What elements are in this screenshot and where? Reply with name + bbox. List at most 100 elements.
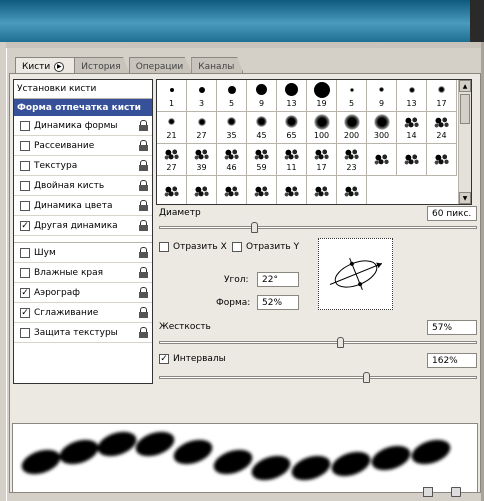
brush-preset[interactable]: 5 xyxy=(217,80,247,112)
brush-presets-item[interactable]: Установки кисти xyxy=(14,80,152,99)
settings-checkbox[interactable] xyxy=(20,120,30,131)
brush-preset[interactable]: 39 xyxy=(187,144,217,176)
brush-preset[interactable]: 17 xyxy=(427,80,457,112)
settings-checkbox[interactable] xyxy=(20,327,30,338)
tab-channels[interactable]: Каналы xyxy=(191,57,244,73)
brush-preset[interactable] xyxy=(187,176,217,204)
brush-preset[interactable] xyxy=(277,176,307,204)
settings-checkbox[interactable] xyxy=(20,160,30,171)
brush-preset[interactable] xyxy=(397,144,427,176)
settings-item[interactable]: ✓ Другая динамика xyxy=(14,216,152,236)
brush-preset[interactable] xyxy=(367,144,397,176)
settings-item[interactable]: Текстура xyxy=(14,156,152,176)
scroll-up-icon[interactable]: ▲ xyxy=(459,80,471,92)
brush-preset[interactable]: 3 xyxy=(187,80,217,112)
brush-preset[interactable] xyxy=(217,176,247,204)
brush-tip-shape-item[interactable]: Форма отпечатка кисти xyxy=(14,99,152,116)
brush-preset[interactable] xyxy=(307,176,337,204)
lock-icon[interactable] xyxy=(139,220,148,231)
brush-preset[interactable]: 27 xyxy=(187,112,217,144)
brush-preset[interactable]: 17 xyxy=(307,144,337,176)
lock-icon[interactable] xyxy=(139,307,148,318)
hardness-field[interactable]: 57% xyxy=(427,320,477,335)
brush-preset[interactable] xyxy=(427,144,457,176)
settings-checkbox[interactable]: ✓ xyxy=(20,307,30,318)
brush-preset[interactable]: 23 xyxy=(337,144,367,176)
settings-item[interactable]: Шум xyxy=(14,243,152,263)
brush-preset[interactable]: 59 xyxy=(247,144,277,176)
spacing-checkbox[interactable]: ✓ xyxy=(159,354,169,364)
brush-angle-preview[interactable] xyxy=(318,238,393,310)
diameter-slider-thumb[interactable] xyxy=(251,222,259,233)
settings-item[interactable]: Защита текстуры xyxy=(14,323,152,343)
brush-preset[interactable] xyxy=(337,176,367,204)
new-brush-icon[interactable] xyxy=(423,487,433,497)
tab-history[interactable]: История xyxy=(74,57,130,73)
angle-field[interactable]: 22° xyxy=(257,272,299,287)
settings-item[interactable]: Двойная кисть xyxy=(14,176,152,196)
lock-icon[interactable] xyxy=(139,200,148,211)
brush-preset[interactable]: 14 xyxy=(397,112,427,144)
brush-preset[interactable]: 19 xyxy=(307,80,337,112)
brush-preset[interactable]: 24 xyxy=(427,112,457,144)
brush-preset[interactable]: 65 xyxy=(277,112,307,144)
settings-item[interactable]: Динамика цвета xyxy=(14,196,152,216)
scroll-thumb[interactable] xyxy=(460,94,470,124)
brush-preset[interactable]: 5 xyxy=(337,80,367,112)
flip-y-checkbox[interactable] xyxy=(232,242,242,252)
settings-item[interactable]: Влажные края xyxy=(14,263,152,283)
brush-preset[interactable]: 27 xyxy=(157,144,187,176)
lock-icon[interactable] xyxy=(139,140,148,151)
settings-item[interactable]: Рассеивание xyxy=(14,136,152,156)
spacing-slider[interactable] xyxy=(159,376,477,379)
spacing-field[interactable]: 162% xyxy=(427,353,477,368)
settings-checkbox[interactable]: ✓ xyxy=(20,287,30,298)
brush-preset[interactable] xyxy=(157,176,187,204)
diameter-field[interactable]: 60 пикс. xyxy=(427,206,477,221)
flip-x-option[interactable]: Отразить X xyxy=(159,242,227,252)
lock-icon[interactable] xyxy=(139,287,148,298)
spacing-option[interactable]: ✓ Интервалы xyxy=(159,354,226,364)
lock-icon[interactable] xyxy=(139,327,148,338)
settings-checkbox[interactable]: ✓ xyxy=(20,220,30,231)
settings-item[interactable]: ✓ Аэрограф xyxy=(14,283,152,303)
brush-preset[interactable]: 13 xyxy=(397,80,427,112)
tab-brushes[interactable]: Кисти ▶ xyxy=(15,57,76,73)
flip-y-option[interactable]: Отразить Y xyxy=(232,242,299,252)
settings-checkbox[interactable] xyxy=(20,200,30,211)
brush-preset[interactable]: 9 xyxy=(367,80,397,112)
hardness-slider-thumb[interactable] xyxy=(337,337,345,348)
roundness-field[interactable]: 52% xyxy=(257,295,299,310)
brush-preset[interactable]: 300 xyxy=(367,112,397,144)
preset-scrollbar[interactable]: ▲ ▼ xyxy=(458,80,471,204)
brush-preset[interactable]: 100 xyxy=(307,112,337,144)
lock-icon[interactable] xyxy=(139,247,148,258)
lock-icon[interactable] xyxy=(139,267,148,278)
brush-preset[interactable] xyxy=(247,176,277,204)
brush-preset[interactable]: 21 xyxy=(157,112,187,144)
brush-preset[interactable]: 11 xyxy=(277,144,307,176)
lock-icon[interactable] xyxy=(139,120,148,131)
settings-checkbox[interactable] xyxy=(20,267,30,278)
hardness-slider[interactable] xyxy=(159,341,477,344)
spacing-slider-thumb[interactable] xyxy=(362,372,370,383)
brush-preset[interactable]: 1 xyxy=(157,80,187,112)
trash-icon[interactable] xyxy=(451,487,461,497)
settings-item[interactable]: ✓ Сглаживание xyxy=(14,303,152,323)
lock-icon[interactable] xyxy=(139,160,148,171)
flip-x-checkbox[interactable] xyxy=(159,242,169,252)
settings-checkbox[interactable] xyxy=(20,180,30,191)
scroll-down-icon[interactable]: ▼ xyxy=(459,192,471,204)
diameter-slider[interactable] xyxy=(159,226,477,229)
settings-item[interactable]: Динамика формы xyxy=(14,116,152,136)
brush-preset[interactable]: 9 xyxy=(247,80,277,112)
tab-actions[interactable]: Операции xyxy=(128,57,193,73)
settings-checkbox[interactable] xyxy=(20,140,30,151)
lock-icon[interactable] xyxy=(139,180,148,191)
brush-preset[interactable]: 200 xyxy=(337,112,367,144)
play-circle-icon[interactable]: ▶ xyxy=(54,61,65,72)
brush-preset[interactable]: 13 xyxy=(277,80,307,112)
brush-preset[interactable]: 35 xyxy=(217,112,247,144)
settings-checkbox[interactable] xyxy=(20,247,30,258)
brush-preset[interactable]: 46 xyxy=(217,144,247,176)
